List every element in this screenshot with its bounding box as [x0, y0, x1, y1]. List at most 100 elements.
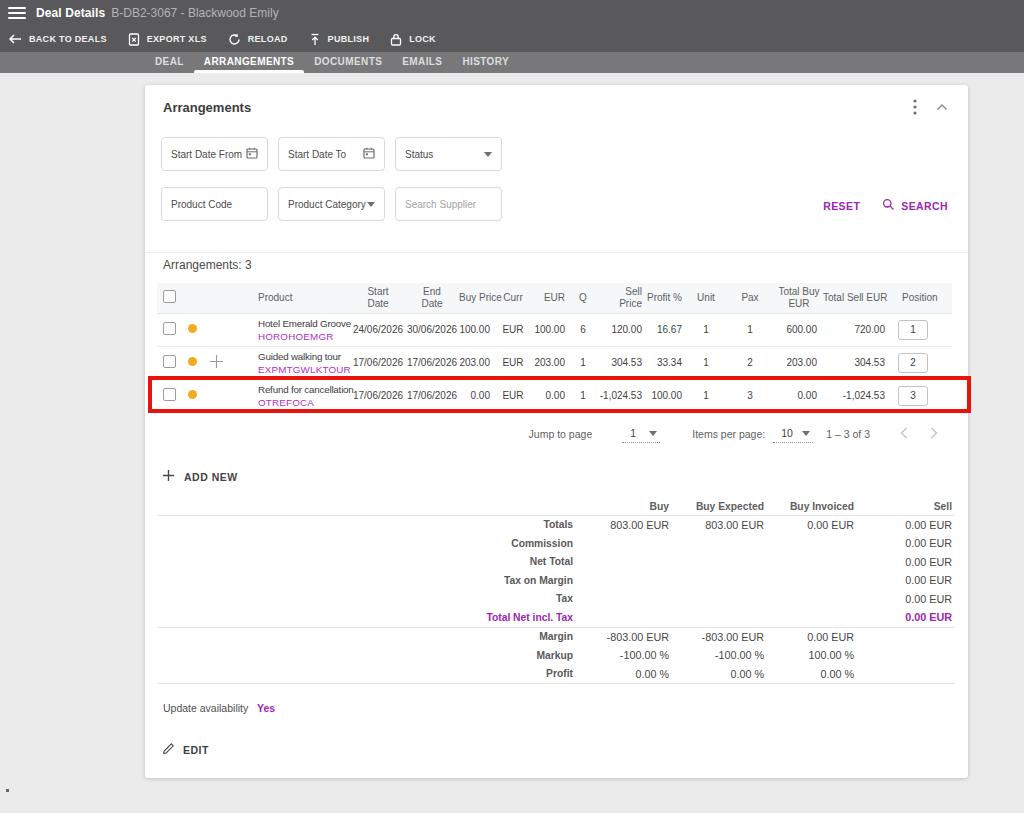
column-header	[157, 283, 187, 313]
jump-to-page-select[interactable]: 1	[622, 425, 660, 443]
totals-section: BuyBuy ExpectedBuy InvoicedSellTotals803…	[158, 499, 955, 685]
filters-section: Start Date From Start Date To Status Produ…	[145, 115, 968, 252]
totals-row-label: Totals	[158, 519, 573, 530]
product-code-link[interactable]: OTREFOCA	[258, 397, 351, 408]
add-related-icon[interactable]	[209, 360, 224, 371]
publish-label: PUBLISH	[328, 34, 370, 44]
currency-cell: EUR	[495, 346, 531, 379]
tab-documents[interactable]: DOCUMENTS	[304, 52, 392, 73]
filter-search-supplier[interactable]: Search Supplier	[395, 187, 502, 221]
reset-button[interactable]: RESET	[823, 200, 860, 212]
calendar-icon	[363, 147, 375, 161]
divider	[158, 683, 955, 684]
caret-down-icon	[649, 431, 657, 436]
column-header: Profit %	[647, 283, 687, 313]
totals-column-header: Buy Expected	[669, 501, 764, 512]
items-per-page-select[interactable]: 10	[773, 425, 813, 443]
reload-button[interactable]: RELOAD	[228, 33, 288, 46]
edit-button[interactable]: EDIT	[162, 741, 968, 758]
kebab-menu-icon[interactable]	[906, 99, 924, 115]
totals-value: -100.00 %	[669, 649, 764, 661]
product-code-link[interactable]: HOROHOEMGR	[258, 331, 351, 342]
position-cell: 1	[893, 313, 952, 346]
search-button[interactable]: SEARCH	[882, 198, 948, 213]
tab-deal[interactable]: DEAL	[145, 52, 194, 73]
row-select-cell	[157, 313, 187, 346]
menu-icon[interactable]	[8, 7, 26, 19]
unit-cell: 1	[687, 313, 725, 346]
position-input[interactable]: 2	[898, 353, 928, 373]
collapse-chevron-icon[interactable]	[934, 103, 950, 111]
position-input[interactable]: 1	[898, 320, 928, 340]
arrangements-panel: Arrangements Start Date FromStart Date T…	[145, 85, 968, 778]
previous-page-icon[interactable]	[900, 427, 908, 441]
back-to-deals-label: BACK TO DEALS	[29, 34, 107, 44]
row-checkbox[interactable]	[163, 388, 176, 401]
totals-value: 0.00 EUR	[854, 537, 955, 549]
eur-cell: 203.00	[531, 346, 569, 379]
publish-button[interactable]: PUBLISH	[309, 33, 370, 46]
totals-value: 0.00 EUR	[854, 519, 955, 531]
filter-product-category[interactable]: Product Category	[278, 187, 385, 221]
add-new-button[interactable]: ADD NEW	[162, 469, 968, 485]
row-expand-cell	[207, 379, 253, 412]
add-new-label: ADD NEW	[184, 471, 238, 483]
totals-column-header: Buy	[573, 501, 669, 512]
filter-label: Start Date From	[171, 149, 242, 160]
profit-cell: 16.67	[647, 313, 687, 346]
row-checkbox[interactable]	[163, 355, 176, 368]
position-input[interactable]: 3	[898, 386, 928, 406]
total-sell-cell: 304.53	[823, 346, 893, 379]
currency-cell: EUR	[495, 313, 531, 346]
quantity-cell: 6	[569, 313, 597, 346]
product-code-link[interactable]: EXPMTGWLKTOUR	[258, 364, 351, 375]
tab-arrangements[interactable]: ARRANGEMENTS	[194, 52, 304, 73]
arrangements-table-body: Hotel Emerald GrooveHOROHOEMGR24/06/2026…	[157, 313, 952, 412]
end-date-cell: 17/06/2026	[405, 379, 459, 412]
update-availability-value[interactable]: Yes	[257, 702, 275, 714]
totals-row-label: Tax on Margin	[158, 575, 573, 586]
totals-column-header: Buy Invoiced	[764, 501, 854, 512]
export-xls-label: EXPORT XLS	[147, 34, 207, 44]
total-sell-cell: 720.00	[823, 313, 893, 346]
filter-start-date-from[interactable]: Start Date From	[161, 137, 268, 171]
pagination: Jump to page 1 Items per page: 10 1 – 3 …	[145, 423, 968, 445]
totals-value: 100.00 %	[764, 649, 854, 661]
sell-price-cell: -1,024.53	[597, 379, 647, 412]
filter-actions: RESET SEARCH	[823, 198, 948, 213]
product-cell: Guided walking tourEXPMTGWLKTOUR	[253, 346, 351, 379]
product-name: Hotel Emerald Groove	[258, 318, 351, 329]
arrow-left-icon	[8, 33, 22, 45]
filter-status[interactable]: Status	[395, 137, 502, 171]
export-xls-button[interactable]: EXPORT XLS	[128, 33, 207, 46]
column-header: Product	[253, 283, 351, 313]
row-select-cell	[157, 346, 187, 379]
product-cell: Hotel Emerald Groove HOROHOEMGR	[253, 313, 351, 346]
lock-button[interactable]: LOCK	[390, 33, 436, 46]
search-icon	[882, 198, 895, 213]
table-row: Hotel Emerald GrooveHOROHOEMGR24/06/2026…	[157, 313, 952, 346]
select-all-checkbox[interactable]	[163, 290, 176, 303]
filter-start-date-to[interactable]: Start Date To	[278, 137, 385, 171]
update-availability-row: Update availability Yes	[163, 701, 968, 715]
totals-row: Totals803.00 EUR803.00 EUR0.00 EUR0.00 E…	[158, 516, 955, 535]
totals-value: -803.00 EUR	[573, 631, 669, 643]
column-header: End Date	[405, 283, 459, 313]
eur-cell: 100.00	[531, 313, 569, 346]
back-to-deals-button[interactable]: BACK TO DEALS	[8, 33, 107, 45]
tab-emails[interactable]: EMAILS	[392, 52, 452, 73]
page-title: Deal Details	[36, 6, 105, 20]
sell-price-cell: 120.00	[597, 313, 647, 346]
table-header-row: ProductStart DateEnd DateBuy PriceCurrEU…	[157, 283, 952, 313]
row-checkbox[interactable]	[163, 322, 176, 335]
column-header: Sell Price	[597, 283, 647, 313]
filter-label: Search Supplier	[405, 199, 476, 210]
tab-history[interactable]: HISTORY	[452, 52, 519, 73]
column-header: Pax	[725, 283, 775, 313]
status-dot-icon	[188, 357, 197, 366]
filter-label: Status	[405, 149, 433, 160]
filter-product-code[interactable]: Product Code	[161, 187, 268, 221]
next-page-icon[interactable]	[930, 427, 938, 441]
filter-label: Product Category	[288, 199, 366, 210]
totals-value: 803.00 EUR	[669, 519, 764, 531]
